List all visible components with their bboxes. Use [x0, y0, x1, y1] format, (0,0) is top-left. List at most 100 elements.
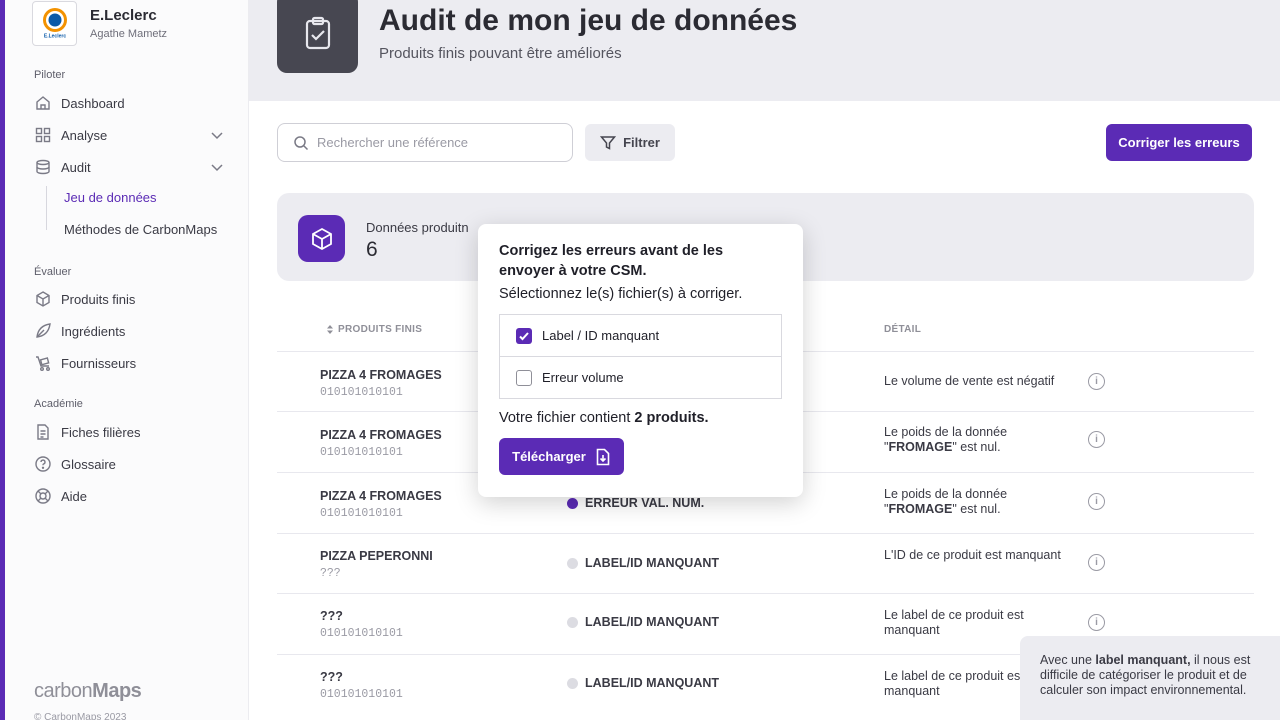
truck-icon [34, 354, 52, 372]
error-badge: ERREUR VAL. NUM. [567, 496, 704, 510]
product-name: ??? [320, 670, 343, 684]
error-badge: LABEL/ID MANQUANT [567, 615, 719, 629]
brand-name: E.Leclerc [90, 6, 157, 24]
sidebar-item-analyse[interactable]: Analyse [34, 123, 224, 147]
sidebar-item-ingredients[interactable]: Ingrédients [34, 319, 224, 343]
subnav-item-jeu-de-donnees[interactable]: Jeu de données [64, 190, 157, 205]
page-title: Audit de mon jeu de données [379, 4, 798, 37]
file-download-icon [596, 448, 610, 465]
product-name: PIZZA 4 FROMAGES [320, 489, 442, 503]
modal-file-count: Votre fichier contient 2 produits. [499, 410, 709, 426]
error-dot [567, 557, 578, 569]
filter-label: Filtrer [623, 135, 660, 150]
subnav-item-methodes[interactable]: Méthodes de CarbonMaps [64, 222, 217, 237]
sidebar-item-aide[interactable]: Aide [34, 484, 224, 508]
error-detail: L'ID de ce produit est manquant [884, 548, 1061, 562]
product-ref: 010101010101 [320, 688, 403, 701]
brand-user: Agathe Mametz [90, 27, 168, 40]
sidebar-item-label: Ingrédients [61, 323, 126, 339]
info-icon[interactable]: i [1088, 373, 1105, 390]
subnav-guide-line [46, 186, 47, 230]
sidebar-item-label: Analyse [61, 127, 108, 143]
grid-icon [34, 126, 52, 144]
sidebar-item-glossaire[interactable]: Glossaire [34, 452, 224, 476]
info-icon[interactable]: i [1088, 614, 1105, 631]
sidebar-item-audit[interactable]: Audit [34, 155, 224, 179]
modal-subtitle: Sélectionnez le(s) fichier(s) à corriger… [499, 286, 743, 302]
product-name: PIZZA 4 FROMAGES [320, 368, 442, 382]
help-icon [34, 455, 52, 473]
product-ref: 010101010101 [320, 386, 403, 399]
product-ref: 010101010101 [320, 627, 403, 640]
info-icon[interactable]: i [1088, 554, 1105, 571]
correction-modal: Corrigez les erreurs avant de les envoye… [478, 224, 803, 497]
lifebuoy-icon [34, 487, 52, 505]
error-badge: LABEL/ID MANQUANT [567, 556, 719, 570]
product-name: ??? [320, 609, 343, 623]
summary-value: 6 [366, 238, 378, 261]
info-tooltip: Avec une label manquant, il nous est dif… [1020, 636, 1280, 720]
filter-icon [600, 135, 617, 150]
document-icon [34, 423, 52, 441]
option-label: Label / ID manquant [542, 328, 660, 343]
error-dot [567, 677, 578, 689]
home-icon [34, 94, 52, 112]
clipboard-check-icon [277, 0, 358, 73]
leaf-icon [34, 322, 52, 340]
option-label-id-manquant[interactable]: Label / ID manquant [499, 314, 782, 357]
sidebar-item-label: Glossaire [61, 456, 116, 472]
product-ref: 010101010101 [320, 507, 403, 520]
error-dot [567, 616, 578, 628]
brand-block[interactable]: E.Leclerc E.Leclerc Agathe Mametz [32, 0, 167, 46]
svg-text:E.Leclerc: E.Leclerc [43, 34, 65, 40]
sidebar-item-label: Fournisseurs [61, 355, 137, 371]
sidebar: E.Leclerc E.Leclerc Agathe Mametz Pilote… [5, 0, 249, 720]
sidebar-item-label: Aide [61, 488, 88, 504]
checkbox-checked-icon[interactable] [516, 327, 532, 344]
carbonmaps-logo: carbonMaps [34, 680, 142, 702]
sidebar-item-dashboard[interactable]: Dashboard [34, 91, 224, 115]
info-icon[interactable]: i [1088, 431, 1105, 448]
sidebar-item-label: Produits finis [61, 291, 136, 307]
cube-icon [298, 215, 345, 262]
product-ref: 010101010101 [320, 446, 403, 459]
chevron-down-icon[interactable] [210, 128, 224, 142]
error-dot [567, 497, 578, 509]
column-header-products[interactable]: PRODUITS FINIS [327, 324, 422, 335]
modal-title: Corrigez les erreurs avant de les envoye… [499, 243, 724, 279]
column-header-detail: DÉTAIL [884, 324, 922, 335]
option-label: Erreur volume [542, 370, 624, 385]
product-name: PIZZA PEPERONNI [320, 549, 433, 563]
sidebar-item-label: Dashboard [61, 95, 125, 111]
chevron-down-icon[interactable] [210, 160, 224, 174]
search-box[interactable] [277, 123, 573, 162]
sidebar-item-label: Fiches filières [61, 424, 141, 440]
correct-errors-button[interactable]: Corriger les erreurs [1106, 124, 1252, 161]
table-row[interactable]: PIZZA PEPERONNI ??? LABEL/ID MANQUANT L'… [277, 533, 1254, 593]
option-erreur-volume[interactable]: Erreur volume [499, 356, 782, 399]
section-title-academie: Académie [34, 398, 83, 410]
product-name: PIZZA 4 FROMAGES [320, 428, 442, 442]
download-label: Télécharger [512, 449, 586, 464]
database-icon [34, 158, 52, 176]
error-detail: Le poids de la donnée "FROMAGE" est nul. [884, 425, 1008, 454]
info-icon[interactable]: i [1088, 493, 1105, 510]
product-ref: ??? [320, 567, 341, 580]
error-detail: Le poids de la donnée "FROMAGE" est nul. [884, 487, 1008, 516]
filter-button[interactable]: Filtrer [585, 124, 675, 161]
section-title-piloter: Piloter [34, 69, 66, 81]
sidebar-item-label: Audit [61, 159, 91, 175]
search-input[interactable] [317, 135, 557, 150]
sort-icon [327, 325, 333, 334]
sidebar-item-produits-finis[interactable]: Produits finis [34, 287, 224, 311]
summary-label: Données produitn [366, 220, 469, 235]
download-button[interactable]: Télécharger [499, 438, 624, 475]
search-icon [293, 135, 309, 151]
error-detail: Le volume de vente est négatif [884, 374, 1055, 388]
section-title-evaluer: Évaluer [34, 266, 72, 278]
sidebar-item-fiches-filieres[interactable]: Fiches filières [34, 420, 224, 444]
sidebar-item-fournisseurs[interactable]: Fournisseurs [34, 351, 224, 375]
checkbox-unchecked-icon[interactable] [516, 369, 532, 386]
brand-logo: E.Leclerc [32, 0, 77, 46]
box-icon [34, 290, 52, 308]
